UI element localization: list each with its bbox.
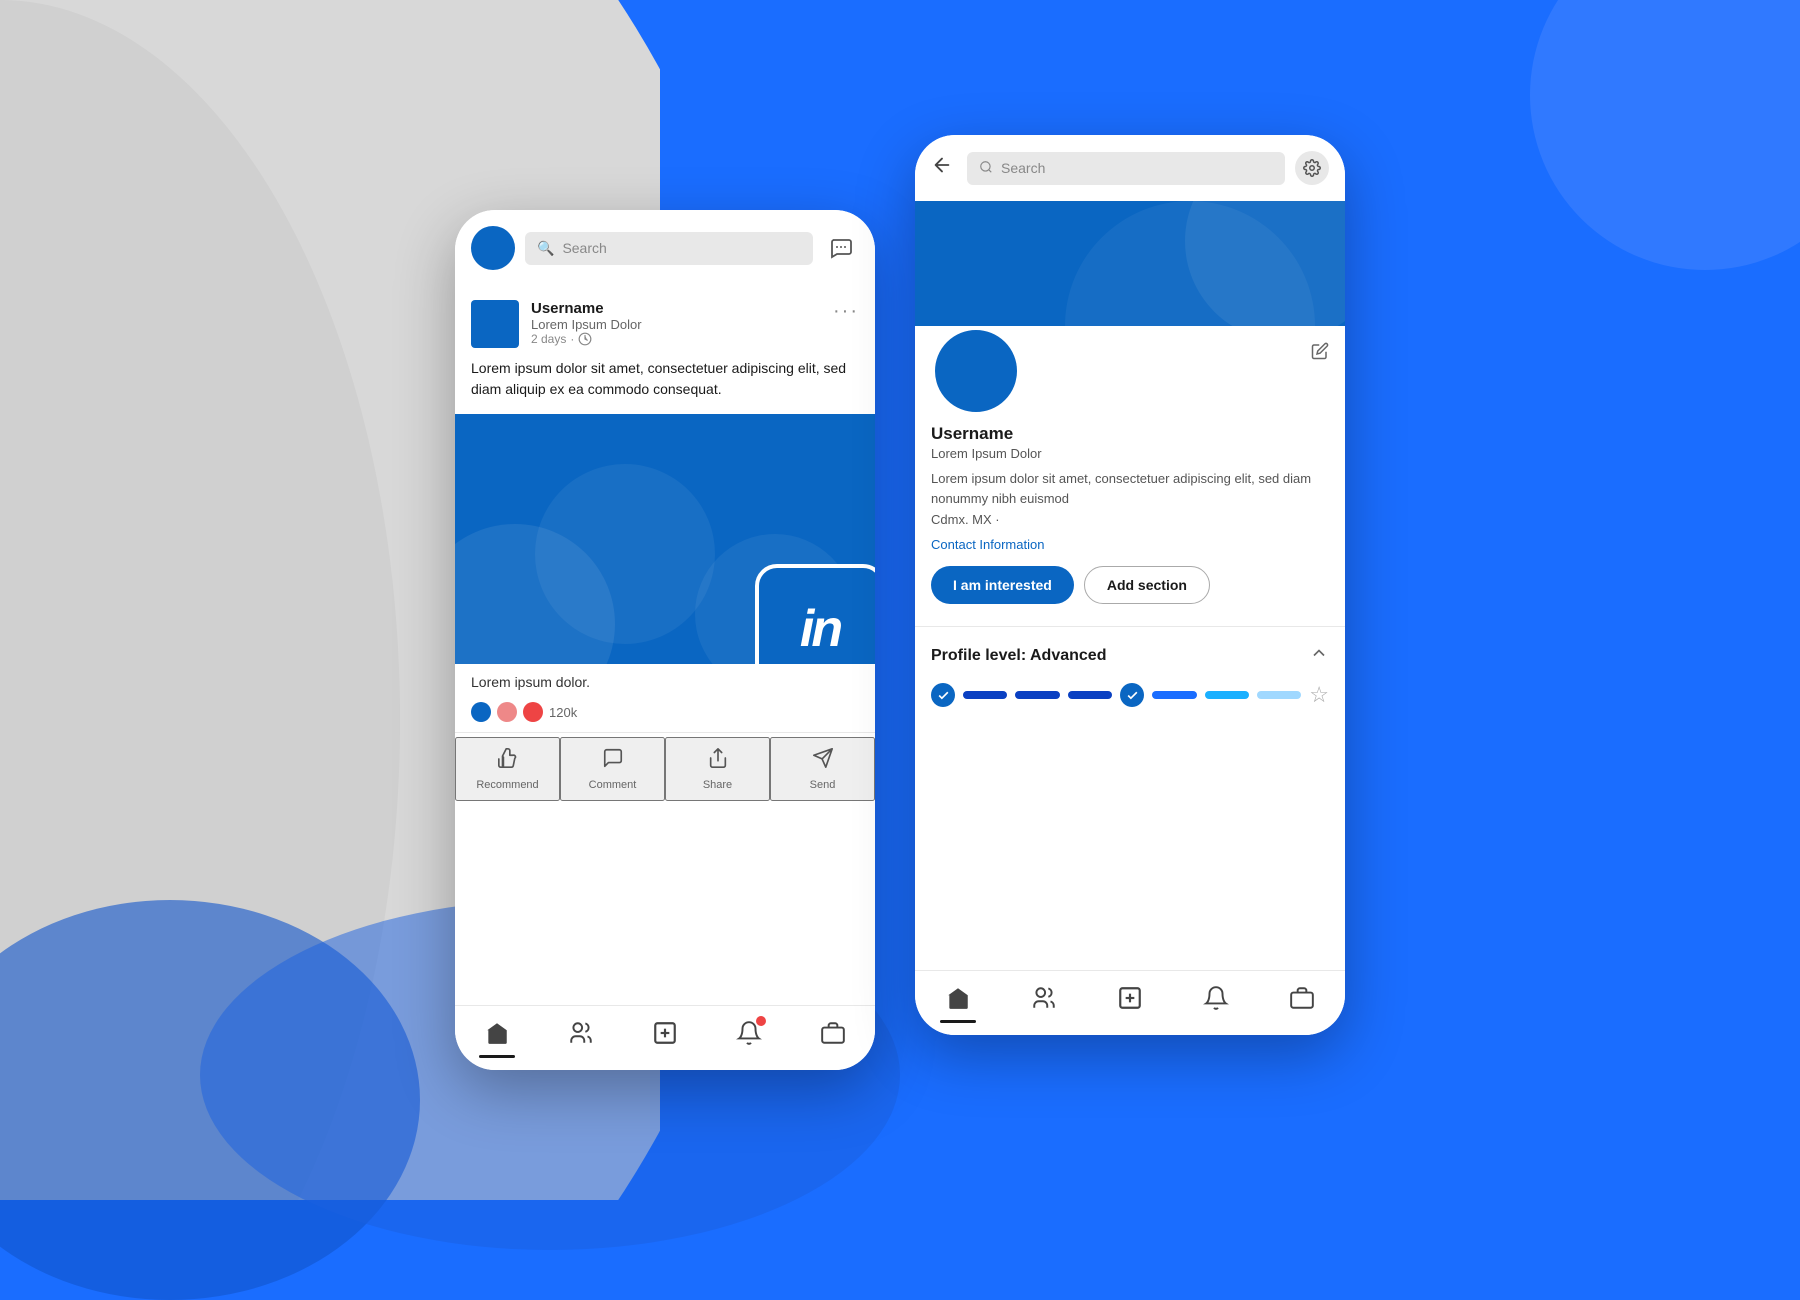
profile-subtitle: Lorem Ipsum Dolor [931, 446, 1329, 461]
post-header: Username Lorem Ipsum Dolor 2 days · ··· [471, 300, 859, 348]
message-icon[interactable] [823, 230, 859, 266]
send-label: Send [810, 779, 836, 791]
send-button[interactable]: Send [770, 737, 875, 801]
progress-seg-3 [1068, 691, 1112, 699]
profile-location: Cdmx. MX · [931, 512, 1329, 527]
nav-home[interactable] [455, 1016, 539, 1050]
post-avatar [471, 300, 519, 348]
post-card: Username Lorem Ipsum Dolor 2 days · ··· … [455, 286, 875, 414]
post-subtitle: Lorem Ipsum Dolor [531, 317, 642, 332]
nav-people[interactable] [539, 1016, 623, 1050]
right-search-text: Search [1001, 160, 1045, 176]
post-actions: Recommend Comment Share [455, 732, 875, 805]
right-search-icon [979, 160, 993, 177]
post-text: Lorem ipsum dolor sit amet, consectetuer… [471, 358, 859, 400]
share-button[interactable]: Share [665, 737, 770, 801]
image-blob-2 [535, 464, 715, 644]
share-label: Share [703, 779, 732, 791]
reaction-pink [497, 702, 517, 722]
comment-button[interactable]: Comment [560, 737, 665, 801]
back-icon[interactable] [931, 154, 953, 182]
progress-seg-5 [1205, 691, 1249, 699]
left-search-text: Search [562, 240, 606, 256]
comment-label: Comment [589, 779, 637, 791]
profile-level-title: Profile level: Advanced [931, 647, 1106, 665]
nav-briefcase[interactable] [791, 1016, 875, 1050]
check-circle-2 [1120, 683, 1144, 707]
linkedin-logo-circle [471, 226, 515, 270]
post-username: Username [531, 300, 642, 317]
profile-level-header: Profile level: Advanced [931, 643, 1329, 668]
nav-bell[interactable] [707, 1016, 791, 1050]
post-menu[interactable]: ··· [833, 300, 859, 323]
share-icon [707, 747, 729, 775]
star-icon: ☆ [1309, 682, 1329, 708]
profile-avatar [931, 326, 1021, 416]
right-phone: Search Username [915, 135, 1345, 1035]
profile-info: Username Lorem Ipsum Dolor Lorem ipsum d… [931, 424, 1329, 604]
send-icon [812, 747, 834, 775]
reaction-blue [471, 702, 491, 722]
left-phone-header: 🔍 Search [455, 210, 875, 286]
contact-info-link[interactable]: Contact Information [931, 537, 1329, 552]
profile-name: Username [931, 424, 1329, 444]
right-nav-indicator [940, 1020, 976, 1023]
recommend-label: Recommend [476, 779, 538, 791]
left-search-bar[interactable]: 🔍 Search [525, 232, 813, 265]
right-bottom-nav [915, 970, 1345, 1035]
reaction-count: 120k [549, 705, 577, 720]
bg-blob-top-right [1530, 0, 1800, 270]
progress-seg-6 [1257, 691, 1301, 699]
right-nav-bell[interactable] [1173, 981, 1259, 1015]
post-user-details: Username Lorem Ipsum Dolor 2 days · [531, 300, 642, 346]
reaction-red [523, 702, 543, 722]
progress-seg-1 [963, 691, 1007, 699]
chevron-up-icon[interactable] [1309, 643, 1329, 668]
progress-seg-2 [1015, 691, 1059, 699]
check-circle-1 [931, 683, 955, 707]
right-nav-home[interactable] [915, 981, 1001, 1015]
right-nav-people[interactable] [1001, 981, 1087, 1015]
post-time: 2 days · [531, 332, 642, 346]
edit-pencil-icon[interactable] [1311, 342, 1329, 365]
recommend-button[interactable]: Recommend [455, 737, 560, 801]
profile-bio: Lorem ipsum dolor sit amet, consectetuer… [931, 469, 1329, 508]
post-reactions: 120k [455, 696, 875, 732]
right-nav-add[interactable] [1087, 981, 1173, 1015]
profile-avatar-section: Username Lorem Ipsum Dolor Lorem ipsum d… [915, 326, 1345, 618]
linkedin-in-logo: in [800, 599, 840, 659]
post-footer-text: Lorem ipsum dolor. [455, 664, 875, 696]
right-phone-header: Search [915, 135, 1345, 201]
phones-container: 🔍 Search Username Lorem Ipsum [455, 130, 1345, 1070]
profile-level-section: Profile level: Advanced [915, 626, 1345, 724]
nav-indicator [479, 1055, 515, 1058]
right-search-bar[interactable]: Search [967, 152, 1285, 185]
left-bottom-nav [455, 1005, 875, 1070]
progress-seg-4 [1152, 691, 1196, 699]
settings-icon[interactable] [1295, 151, 1329, 185]
post-user-info: Username Lorem Ipsum Dolor 2 days · [471, 300, 642, 348]
left-phone: 🔍 Search Username Lorem Ipsum [455, 210, 875, 1070]
progress-bar: ☆ [931, 682, 1329, 708]
right-nav-briefcase[interactable] [1259, 981, 1345, 1015]
recommend-icon [497, 747, 519, 775]
comment-icon [602, 747, 624, 775]
notification-badge [756, 1016, 766, 1026]
nav-add[interactable] [623, 1016, 707, 1050]
search-icon: 🔍 [537, 240, 554, 257]
add-section-button[interactable]: Add section [1084, 566, 1210, 604]
interested-button[interactable]: I am interested [931, 566, 1074, 604]
linkedin-overlay: in [755, 564, 875, 664]
post-image: in [455, 414, 875, 664]
profile-actions: I am interested Add section [931, 566, 1329, 604]
